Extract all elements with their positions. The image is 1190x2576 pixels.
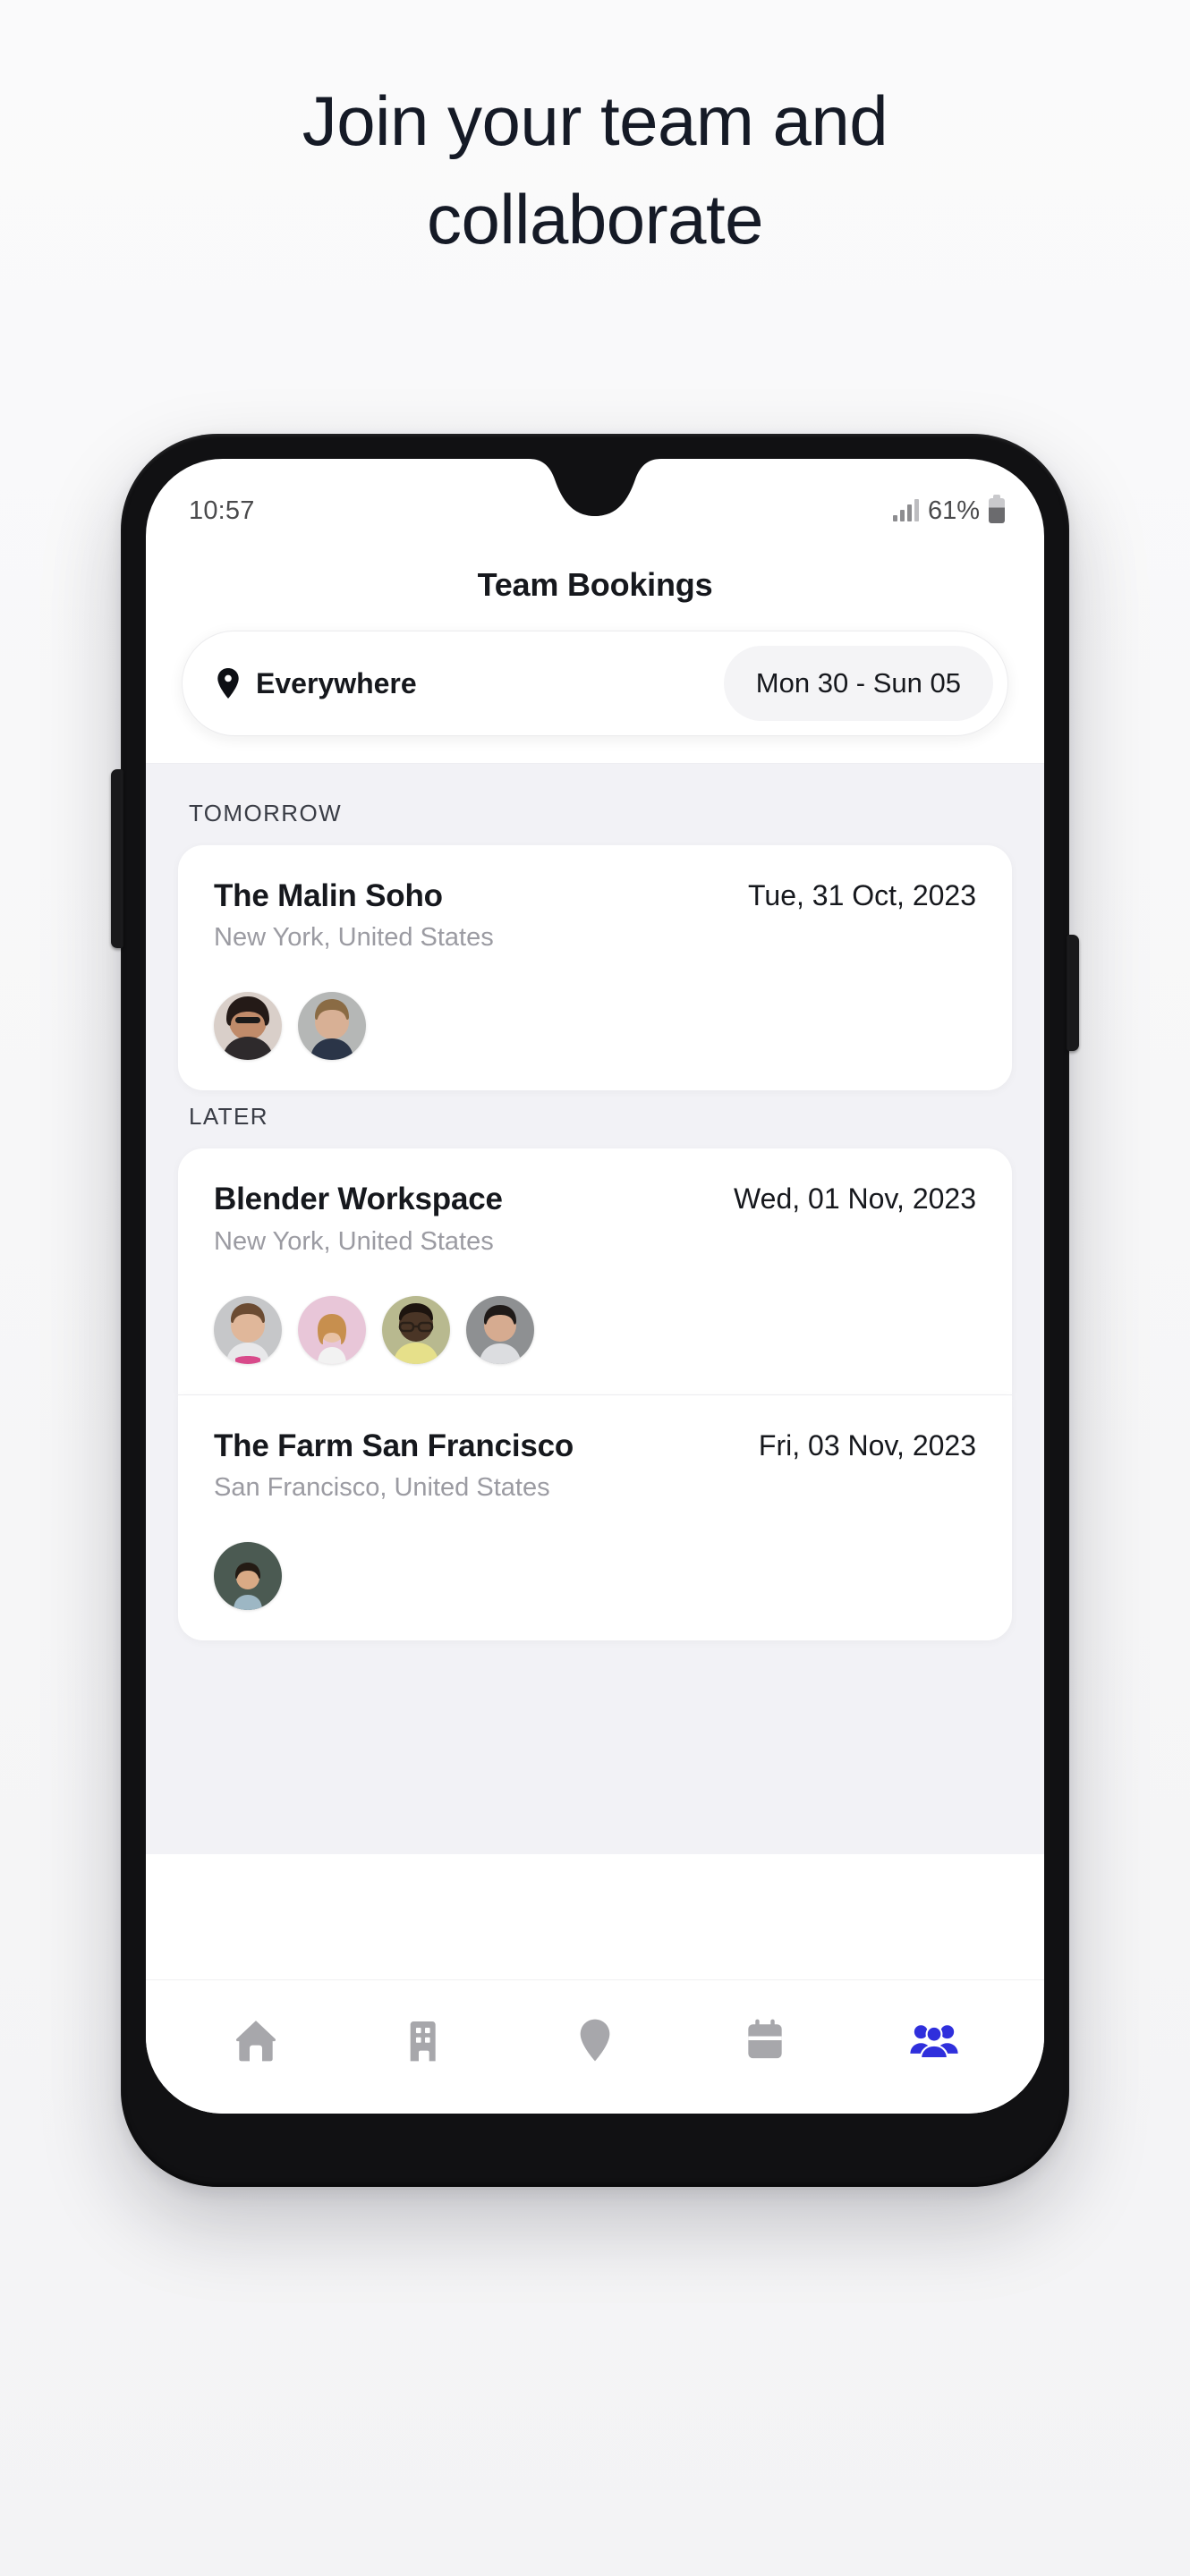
page-title: Join your team and collaborate: [0, 86, 1190, 254]
date-range-chip[interactable]: Mon 30 - Sun 05: [723, 646, 993, 721]
home-icon: [235, 2020, 276, 2061]
status-time: 10:57: [189, 496, 255, 525]
avatar-member-6[interactable]: [466, 1295, 534, 1364]
location-filter[interactable]: Everywhere: [217, 667, 417, 700]
avatar-member-5[interactable]: [382, 1295, 450, 1364]
avatar-member-4[interactable]: [298, 1295, 366, 1364]
booking-date: Fri, 03 Nov, 2023: [758, 1428, 976, 1462]
avatar-member-3[interactable]: [214, 1295, 282, 1364]
tab-team[interactable]: [891, 1997, 977, 2083]
power-button[interactable]: [1067, 935, 1079, 1051]
bottom-navigation[interactable]: [146, 1979, 1044, 2114]
status-bar: 10:57 61%: [146, 459, 1044, 545]
phone-screen: 10:57 61% Team Bookings Everywhere Mon 3…: [146, 459, 1044, 2114]
booking-date: Wed, 01 Nov, 2023: [734, 1182, 976, 1216]
card-header: The Farm San Francisco Fri, 03 Nov, 2023: [214, 1428, 976, 1464]
phone-mockup: 10:57 61% Team Bookings Everywhere Mon 3…: [111, 434, 1079, 2187]
tab-calendar[interactable]: [722, 1997, 808, 2083]
status-indicators: 61%: [892, 495, 1005, 526]
section-header-later: LATER: [189, 1103, 268, 1131]
tab-buildings[interactable]: [382, 1997, 468, 2083]
booking-card-malin-soho[interactable]: The Malin Soho Tue, 31 Oct, 2023 New Yor…: [178, 845, 1012, 1091]
avatar-member-2[interactable]: [298, 992, 366, 1061]
location-filter-label: Everywhere: [256, 666, 417, 699]
headline-line-2: collaborate: [426, 180, 764, 258]
booking-card-blender-workspace[interactable]: Blender Workspace Wed, 01 Nov, 2023 New …: [178, 1148, 1012, 1394]
section-header-tomorrow: TOMORROW: [189, 800, 343, 826]
avatar-member-1[interactable]: [214, 992, 282, 1061]
map-pin-icon: [580, 2019, 610, 2061]
card-header: Blender Workspace Wed, 01 Nov, 2023: [214, 1181, 976, 1217]
avatar-member-7[interactable]: [214, 1541, 282, 1610]
booking-location: New York, United States: [214, 923, 494, 953]
battery-percent-label: 61%: [927, 496, 980, 525]
app-title: Team Bookings: [477, 566, 713, 603]
location-pin-icon: [217, 668, 239, 699]
headline-line-1: Join your team and: [302, 81, 888, 160]
battery-icon: [989, 495, 1005, 523]
avatar-group[interactable]: [214, 992, 976, 1061]
team-people-icon: [910, 2024, 958, 2059]
tab-home[interactable]: [213, 1997, 299, 2083]
booking-name: Blender Workspace: [214, 1182, 503, 1217]
tab-explore[interactable]: [552, 1997, 638, 2083]
avatar-group[interactable]: [214, 1541, 976, 1610]
volume-button[interactable]: [111, 769, 123, 948]
avatar-group[interactable]: [214, 1295, 976, 1364]
calendar-icon: [747, 2019, 782, 2058]
booking-name: The Malin Soho: [214, 878, 443, 913]
booking-location: San Francisco, United States: [214, 1472, 550, 1502]
card-header: The Malin Soho Tue, 31 Oct, 2023: [214, 877, 976, 914]
booking-location: New York, United States: [214, 1226, 494, 1256]
booking-name: The Farm San Francisco: [214, 1428, 574, 1463]
promo-page: Join your team and collaborate 10:57 61%…: [0, 0, 1190, 2576]
booking-date: Tue, 31 Oct, 2023: [748, 879, 976, 911]
booking-card-farm-san-francisco[interactable]: The Farm San Francisco Fri, 03 Nov, 2023…: [178, 1394, 1012, 1640]
signal-bars-icon: [892, 499, 919, 521]
bookings-list: TOMORROW The Malin Soho Tue, 31 Oct, 202…: [146, 763, 1044, 1854]
building-icon: [411, 2021, 437, 2061]
search-bar[interactable]: Everywhere Mon 30 - Sun 05: [182, 631, 1008, 736]
